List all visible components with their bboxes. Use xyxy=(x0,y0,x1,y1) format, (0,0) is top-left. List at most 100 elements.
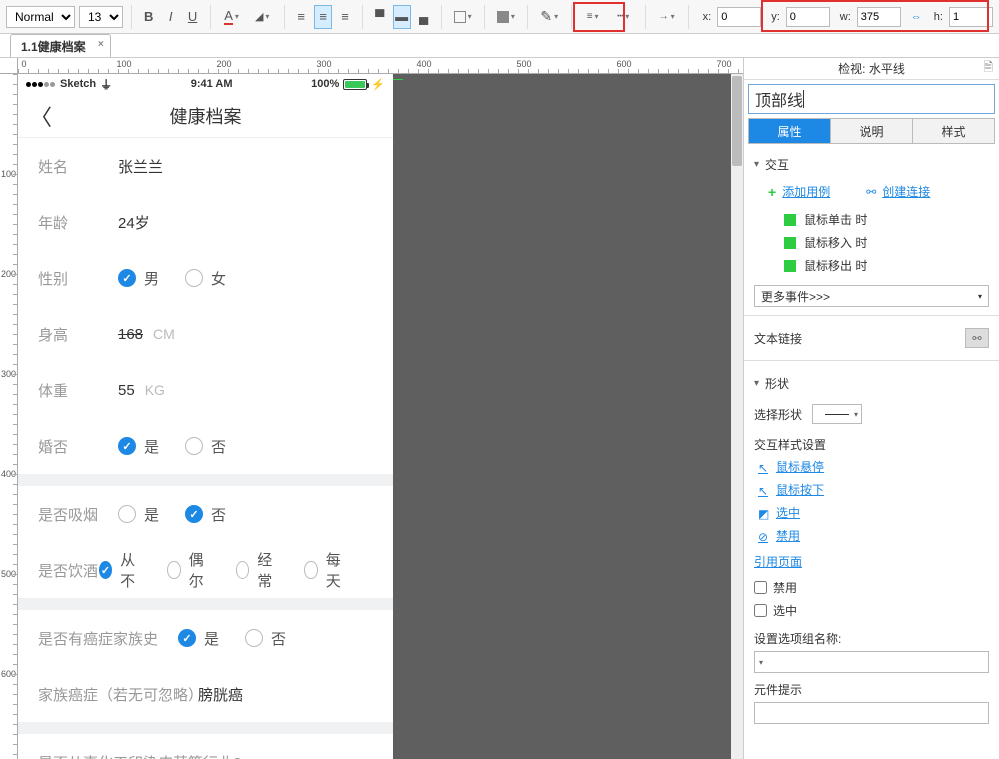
link-icon: ⚯ xyxy=(866,185,876,199)
create-link-link[interactable]: 创建连接 xyxy=(882,183,930,200)
row-smoke: 是否吸烟 是 否 xyxy=(18,486,393,542)
radio-cancer-yes[interactable]: 是 xyxy=(178,628,219,649)
cursor-icon: ↖ xyxy=(758,461,770,473)
radio-smoke-no[interactable]: 否 xyxy=(185,504,226,525)
canvas-area[interactable]: 0 100 200 300 400 500 600 700 100 200 30… xyxy=(0,58,743,759)
line-width-button[interactable]: ≡▾ xyxy=(579,5,606,29)
time-label: 9:41 AM xyxy=(191,78,233,90)
row-cancer-detail: 家族癌症（若无可忽略） 膀胱癌 xyxy=(18,666,393,722)
section-interactions[interactable]: ▾交互 xyxy=(754,150,989,179)
valign-bot-button[interactable]: ▄ xyxy=(415,5,433,29)
back-icon[interactable]: 〈 xyxy=(30,100,52,132)
status-bar: Sketch ⏚ 9:41 AM 100% ⚡ xyxy=(18,74,393,94)
inspector-panel: 检视: 水平线 🗎 顶部线 属性 说明 样式 ▾交互 + 添加用例 ⚯ 创建连接… xyxy=(743,58,999,759)
shape-select[interactable] xyxy=(812,404,862,424)
widget-name-input[interactable]: 顶部线 xyxy=(748,84,995,114)
row-married: 婚否 是 否 xyxy=(18,418,393,474)
inspector-title: 检视: 水平线 🗎 xyxy=(744,58,999,80)
fill-color-button[interactable]: ▾ xyxy=(449,5,476,29)
row-age: 年龄 24岁 xyxy=(18,194,393,250)
coord-y-label: y: xyxy=(771,11,780,23)
align-center-button[interactable]: ≡ xyxy=(314,5,332,29)
section-shape[interactable]: ▾形状 xyxy=(754,369,989,398)
ruler-horizontal[interactable]: 0 100 200 300 400 500 600 700 xyxy=(18,58,743,74)
document-tabbar: 1.1健康档案 × xyxy=(0,34,999,58)
coord-x-input[interactable] xyxy=(717,7,761,27)
event-click[interactable]: 鼠标单击 时 xyxy=(754,208,989,231)
valign-mid-button[interactable]: ▬ xyxy=(393,5,411,29)
coord-h-label: h: xyxy=(934,11,943,23)
battery-percent: 100% xyxy=(311,78,339,90)
top-toolbar: Normal 13 B I U A▾ ◢▾ ≡ ≡ ≡ ▀ ▬ ▄ ▾ ▾ ✎▾… xyxy=(0,0,999,34)
disabled-checkbox[interactable] xyxy=(754,581,767,594)
event-mouseover[interactable]: 鼠标移入 时 xyxy=(754,231,989,254)
arrow-style-button[interactable]: →▾ xyxy=(653,5,680,29)
coord-y-input[interactable] xyxy=(786,7,830,27)
radio-male[interactable]: 男 xyxy=(118,268,159,289)
radio-drink-never[interactable]: 从不 xyxy=(99,549,142,591)
selected-checkbox[interactable] xyxy=(754,604,767,617)
radio-female[interactable]: 女 xyxy=(185,268,226,289)
valign-top-button[interactable]: ▀ xyxy=(371,5,389,29)
canvas-viewport[interactable]: Sketch ⏚ 9:41 AM 100% ⚡ 〈 健康档案 xyxy=(18,74,743,759)
tab-label: 1.1健康档案 xyxy=(21,38,86,55)
charging-icon: ⚡ xyxy=(371,78,385,91)
add-case-link[interactable]: 添加用例 xyxy=(782,183,830,200)
tab-properties[interactable]: 属性 xyxy=(749,119,831,143)
note-icon[interactable]: 🗎 xyxy=(983,58,993,79)
align-left-button[interactable]: ≡ xyxy=(292,5,310,29)
radio-married-yes[interactable]: 是 xyxy=(118,436,159,457)
coord-w-label: w: xyxy=(840,11,851,23)
option-group-select[interactable] xyxy=(754,651,989,673)
underline-button[interactable]: U xyxy=(184,5,202,29)
font-size-select[interactable]: 13 xyxy=(79,6,123,28)
ruler-vertical[interactable]: 100 200 300 400 500 600 xyxy=(0,74,18,759)
mobile-mockup: Sketch ⏚ 9:41 AM 100% ⚡ 〈 健康档案 xyxy=(18,74,393,754)
option-group-label: 设置选项组名称: xyxy=(754,622,989,651)
line-style-button[interactable]: ┅▾ xyxy=(610,5,637,29)
text-color-button[interactable]: A▾ xyxy=(218,5,245,29)
more-events-select[interactable]: 更多事件>>>▾ xyxy=(754,285,989,307)
bold-button[interactable]: B xyxy=(140,5,158,29)
ix-mousedown-link[interactable]: ↖鼠标按下 xyxy=(754,478,989,501)
scrollbar-vertical[interactable] xyxy=(731,74,743,759)
row-chemical: 是否从事化工印染皮革等行业? xyxy=(18,734,393,759)
radio-married-no[interactable]: 否 xyxy=(185,436,226,457)
select-icon: ◩ xyxy=(758,507,770,519)
tooltip-input[interactable] xyxy=(754,702,989,724)
radio-drink-occ[interactable]: 偶尔 xyxy=(167,549,210,591)
coord-w-input[interactable] xyxy=(857,7,901,27)
tab-notes[interactable]: 说明 xyxy=(831,119,913,143)
coord-h-input[interactable] xyxy=(949,7,993,27)
align-right-button[interactable]: ≡ xyxy=(336,5,354,29)
radio-drink-often[interactable]: 经常 xyxy=(236,549,279,591)
close-icon[interactable]: × xyxy=(98,39,104,50)
opacity-button[interactable]: ▾ xyxy=(493,5,520,29)
style-select[interactable]: Normal xyxy=(6,6,75,28)
nav-bar: 〈 健康档案 xyxy=(18,94,393,138)
tab-styles[interactable]: 样式 xyxy=(913,119,994,143)
carrier-label: Sketch xyxy=(60,78,96,90)
highlight-button[interactable]: ◢▾ xyxy=(249,5,276,29)
text-link-label: 文本链接 xyxy=(754,330,802,347)
tooltip-label: 元件提示 xyxy=(754,673,989,702)
radio-smoke-yes[interactable]: 是 xyxy=(118,504,159,525)
radio-drink-daily[interactable]: 每天 xyxy=(304,549,347,591)
text-link-button[interactable]: ⚯ xyxy=(965,328,989,348)
radio-cancer-no[interactable]: 否 xyxy=(245,628,286,649)
lock-aspect-icon[interactable]: ⇔ xyxy=(911,11,922,23)
line-tool-button[interactable]: ✎▾ xyxy=(536,5,563,29)
document-tab[interactable]: 1.1健康档案 × xyxy=(10,34,111,57)
wifi-icon: ⏚ xyxy=(100,76,112,93)
ix-selected-link[interactable]: ◩选中 xyxy=(754,501,989,524)
reference-page-link[interactable]: 引用页面 xyxy=(754,547,989,576)
ix-disabled-link[interactable]: ⊘禁用 xyxy=(754,524,989,547)
ix-hover-link[interactable]: ↖鼠标悬停 xyxy=(754,455,989,478)
row-weight: 体重 55 KG xyxy=(18,362,393,418)
battery-icon xyxy=(343,79,367,90)
cursor-icon: ↖ xyxy=(758,484,770,496)
ix-style-header: 交互样式设置 xyxy=(754,430,989,455)
italic-button[interactable]: I xyxy=(162,5,180,29)
disable-icon: ⊘ xyxy=(758,530,770,542)
event-mouseout[interactable]: 鼠标移出 时 xyxy=(754,254,989,277)
